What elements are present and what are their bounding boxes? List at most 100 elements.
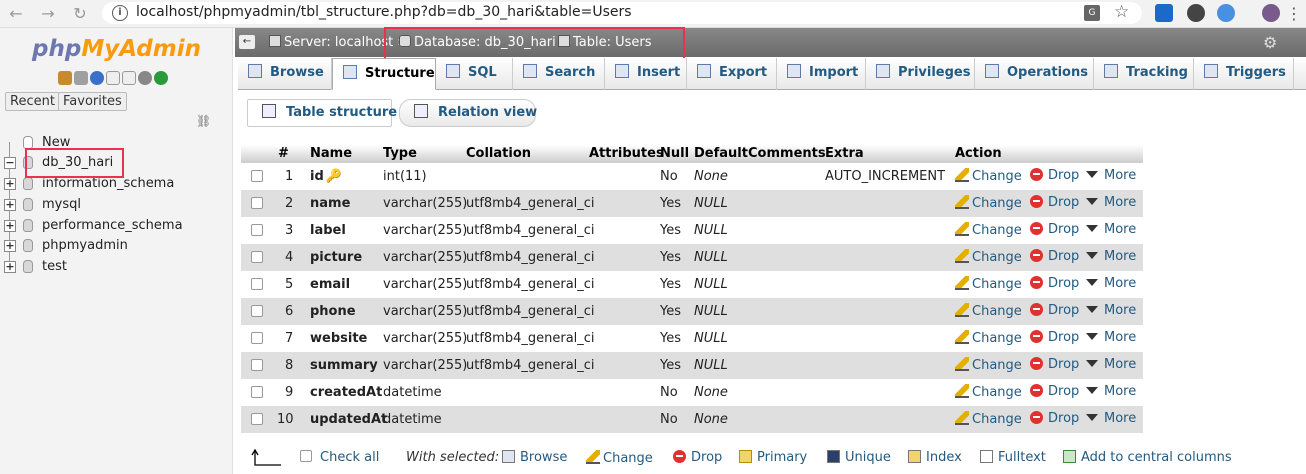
drop-button[interactable]: Drop: [1030, 222, 1079, 237]
logout-icon[interactable]: [74, 70, 88, 85]
tree-label[interactable]: mysql: [42, 197, 81, 212]
column-header-extra[interactable]: Extra: [825, 146, 864, 161]
drop-button[interactable]: Drop: [1030, 168, 1079, 183]
more-button[interactable]: More: [1086, 411, 1136, 426]
more-button[interactable]: More: [1086, 168, 1136, 183]
row-checkbox[interactable]: [251, 386, 263, 398]
tree-item-mysql[interactable]: + mysql: [0, 195, 233, 215]
gear-icon[interactable]: ⚙: [1263, 33, 1277, 52]
bulk-fulltext-button[interactable]: Fulltext: [980, 450, 1046, 465]
help-icon[interactable]: [90, 70, 104, 85]
expand-icon[interactable]: +: [4, 261, 16, 273]
refresh-icon[interactable]: [154, 70, 168, 85]
column-header-name[interactable]: Name: [310, 146, 352, 161]
translate-icon[interactable]: G: [1084, 5, 1100, 21]
tab-triggers[interactable]: Triggers: [1194, 58, 1294, 90]
tab-privileges[interactable]: Privileges: [866, 58, 975, 90]
field-name[interactable]: website: [310, 331, 367, 346]
drop-button[interactable]: Drop: [1030, 330, 1079, 345]
field-name[interactable]: name: [310, 196, 350, 211]
tab-browse[interactable]: Browse: [238, 58, 332, 90]
tab-structure[interactable]: Structure: [332, 58, 436, 90]
field-name[interactable]: createdAt: [310, 385, 382, 400]
add-central-columns-button[interactable]: Add to central columns: [1063, 450, 1232, 465]
phpmyadmin-logo[interactable]: phpMyAdmin: [32, 36, 201, 62]
drop-button[interactable]: Drop: [1030, 303, 1079, 318]
tab-table-structure[interactable]: Table structure: [247, 99, 397, 127]
info-icon[interactable]: i: [112, 5, 128, 21]
bulk-index-button[interactable]: Index: [908, 450, 962, 465]
row-checkbox[interactable]: [251, 251, 263, 263]
back-icon[interactable]: ←: [6, 4, 26, 24]
change-button[interactable]: Change: [955, 168, 1022, 184]
drop-button[interactable]: Drop: [1030, 384, 1079, 399]
field-name[interactable]: label: [310, 223, 346, 238]
field-name[interactable]: id: [310, 169, 324, 184]
change-button[interactable]: Change: [955, 276, 1022, 292]
column-header-type[interactable]: Type: [383, 146, 417, 161]
drop-button[interactable]: Drop: [1030, 195, 1079, 210]
column-header-collation[interactable]: Collation: [466, 146, 531, 161]
tree-item-phpmyadmin[interactable]: + phpmyadmin: [0, 236, 233, 256]
tree-label[interactable]: performance_schema: [42, 218, 183, 233]
field-name[interactable]: summary: [310, 358, 378, 373]
column-header-attributes[interactable]: Attributes: [589, 146, 664, 161]
more-button[interactable]: More: [1086, 303, 1136, 318]
row-checkbox[interactable]: [251, 332, 263, 344]
field-name[interactable]: email: [310, 277, 350, 292]
expand-icon[interactable]: +: [4, 178, 16, 190]
extension-icon[interactable]: [1155, 4, 1173, 22]
drop-button[interactable]: Drop: [1030, 276, 1079, 291]
tab-operations[interactable]: Operations: [975, 58, 1094, 90]
change-button[interactable]: Change: [955, 384, 1022, 400]
change-button[interactable]: Change: [955, 222, 1022, 238]
row-checkbox[interactable]: [251, 224, 263, 236]
tree-label[interactable]: phpmyadmin: [42, 238, 128, 253]
more-button[interactable]: More: [1086, 195, 1136, 210]
bulk-change-button[interactable]: Change: [586, 450, 653, 466]
tab-relation-view[interactable]: Relation view: [399, 99, 537, 127]
bulk-unique-button[interactable]: Unique: [827, 450, 891, 465]
expand-icon[interactable]: +: [4, 240, 16, 252]
link-icon[interactable]: ⛓: [196, 114, 211, 128]
column-header-num[interactable]: #: [278, 146, 289, 161]
reload-icon[interactable]: ↻: [70, 4, 90, 24]
column-header-comments[interactable]: Comments: [748, 146, 826, 161]
collapse-panel-icon[interactable]: ←: [239, 35, 255, 49]
row-checkbox[interactable]: [251, 359, 263, 371]
star-icon[interactable]: ☆: [1114, 2, 1129, 22]
column-header-null[interactable]: Null: [660, 146, 689, 161]
forward-icon[interactable]: →: [38, 4, 58, 24]
check-all[interactable]: Check all: [300, 450, 379, 465]
more-button[interactable]: More: [1086, 384, 1136, 399]
address-bar[interactable]: i localhost/phpmyadmin/tbl_structure.php…: [102, 2, 1142, 24]
more-button[interactable]: More: [1086, 249, 1136, 264]
change-button[interactable]: Change: [955, 330, 1022, 346]
more-button[interactable]: More: [1086, 276, 1136, 291]
change-button[interactable]: Change: [955, 195, 1022, 211]
tab-import[interactable]: Import: [777, 58, 866, 90]
gear-icon[interactable]: [138, 70, 152, 85]
tab-export[interactable]: Export: [687, 58, 777, 90]
extension-icon[interactable]: [1187, 4, 1205, 22]
favorites-button[interactable]: Favorites: [58, 92, 127, 111]
tab-search[interactable]: Search: [513, 58, 605, 90]
more-button[interactable]: More: [1086, 222, 1136, 237]
row-checkbox[interactable]: [251, 170, 263, 182]
menu-icon[interactable]: ⋮: [1284, 4, 1304, 24]
tree-label[interactable]: information_schema: [42, 176, 174, 191]
change-button[interactable]: Change: [955, 411, 1022, 427]
row-checkbox[interactable]: [251, 413, 263, 425]
change-button[interactable]: Change: [955, 249, 1022, 265]
tab-insert[interactable]: Insert: [605, 58, 687, 90]
collapse-icon[interactable]: −: [4, 157, 16, 169]
page-icon[interactable]: [122, 70, 136, 85]
row-checkbox[interactable]: [251, 305, 263, 317]
row-checkbox[interactable]: [251, 278, 263, 290]
bulk-drop-button[interactable]: Drop: [673, 450, 722, 465]
expand-icon[interactable]: +: [4, 199, 16, 211]
tree-item-performance_schema[interactable]: + performance_schema: [0, 216, 233, 236]
bulk-primary-button[interactable]: Primary: [739, 450, 807, 465]
bulk-browse-button[interactable]: Browse: [502, 450, 567, 465]
extension-icon[interactable]: [1217, 4, 1235, 22]
